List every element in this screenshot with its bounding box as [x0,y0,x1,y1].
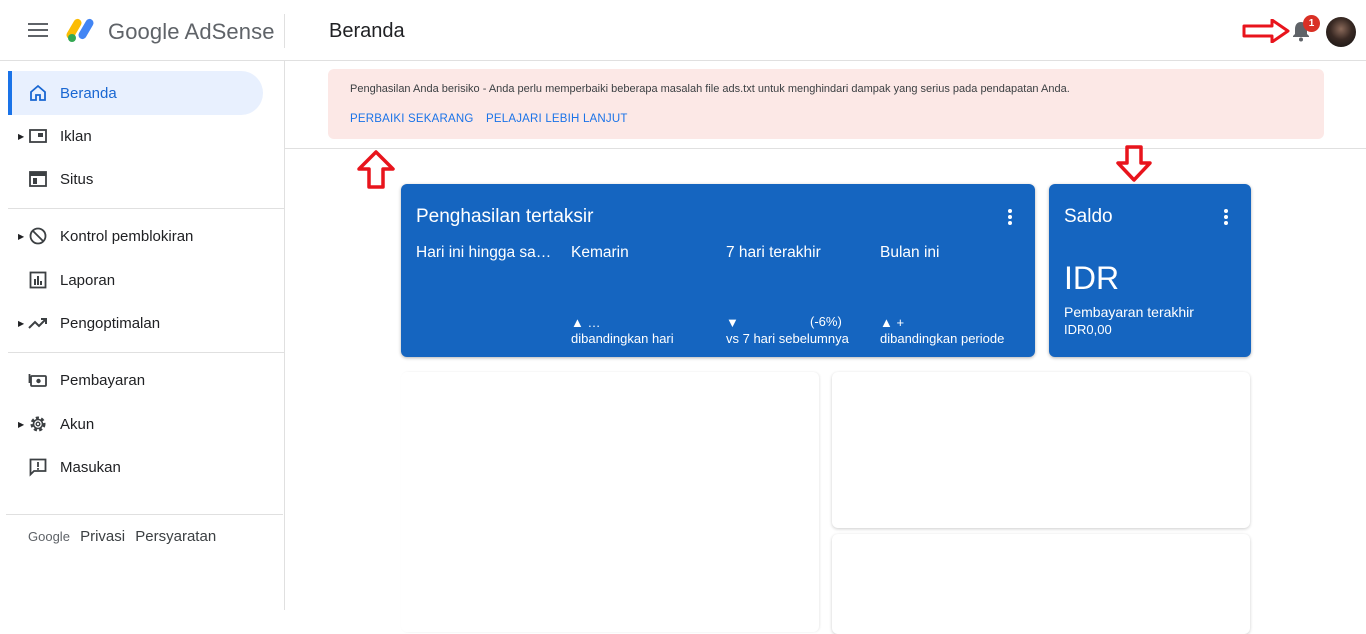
sidebar-item-laporan[interactable]: Laporan [8,258,263,302]
earnings-yesterday-trend: ▲ … [571,315,601,330]
annotation-arrow-down-icon [1116,145,1152,182]
gear-icon [30,416,46,432]
notification-badge: 1 [1303,15,1320,32]
balance-amount: IDR [1064,260,1120,296]
fix-now-button[interactable]: PERBAIKI SEKARANG [350,113,474,125]
home-icon [30,84,46,101]
trending-up-icon [28,318,47,329]
adsense-logo-icon [66,18,94,42]
annotation-arrow-right-icon [1242,19,1290,43]
earnings-today-heading: Hari ini hingga sa… [416,244,552,261]
learn-more-button[interactable]: PELAJARI LEBIH LANJUT [486,113,628,125]
caret-right-icon: ▶ [18,419,25,429]
sidebar-item-label: Iklan [60,127,92,145]
sidebar-item-label: Pengoptimalan [60,314,161,332]
earnings-yesterday-heading: Kemarin [571,244,629,261]
app-logo-text: Google AdSense [108,19,275,44]
payment-icon [28,374,47,387]
avatar[interactable] [1326,17,1356,47]
earnings-month-heading: Bulan ini [880,244,940,261]
last-payment-value: IDR0,00 [1064,322,1112,337]
sidebar-item-label: Laporan [60,271,116,289]
footer-google-brand: Google [28,529,70,544]
sidebar-footer: Google Privasi Persyaratan [28,528,222,545]
top-app-bar: Google AdSense Beranda 1 [0,0,1366,61]
sidebar-item-pembayaran[interactable]: Pembayaran [8,358,263,402]
more-vert-icon[interactable] [1008,209,1012,225]
sidebar-item-kontrol-pemblokiran[interactable]: ▶ Kontrol pemblokiran [8,214,263,258]
sidebar-divider [8,352,285,353]
annotation-arrow-up-icon [357,150,395,189]
sidebar-item-label: Kontrol pemblokiran [60,227,194,245]
sidebar-item-label: Akun [60,415,95,433]
feedback-icon [29,458,47,477]
balance-card: Saldo IDR Pembayaran terakhir IDR0,00 [1049,184,1251,357]
terms-link[interactable]: Persyaratan [135,528,216,545]
more-vert-icon[interactable] [1224,209,1228,225]
earnings-month-compare: dibandingkan periode [880,331,1005,346]
report-icon [29,271,47,289]
ads-icon [29,129,47,143]
header-divider [284,14,285,48]
caret-right-icon: ▶ [18,131,25,141]
menu-icon[interactable] [28,23,48,39]
privacy-link[interactable]: Privasi [80,528,125,545]
earnings-7days-trend: ▼ [726,315,739,330]
sidebar-item-beranda[interactable]: Beranda [8,71,263,115]
card-title: Saldo [1064,206,1113,227]
content-card-right-lower [832,534,1250,634]
alert-message: Penghasilan Anda berisiko - Anda perlu m… [350,83,1070,95]
sidebar-item-akun[interactable]: ▶ Akun [8,402,263,446]
earnings-yesterday-compare: dibandingkan hari [571,331,674,346]
caret-right-icon: ▶ [18,318,25,328]
caret-right-icon: ▶ [18,231,25,241]
earnings-7days-heading: 7 hari terakhir [726,244,821,261]
content-card-left [401,372,819,632]
content-card-right [832,372,1250,528]
block-icon [29,227,47,245]
sidebar-item-label: Situs [60,170,94,188]
ads-txt-alert-banner: Penghasilan Anda berisiko - Anda perlu m… [328,69,1324,139]
main-divider [285,148,1366,149]
last-payment-label: Pembayaran terakhir [1064,304,1194,320]
card-title: Penghasilan tertaksir [416,206,594,227]
earnings-7days-change: (-6%) [810,314,842,329]
sidebar-item-label: Beranda [60,84,117,102]
estimated-earnings-card: Penghasilan tertaksir Hari ini hingga sa… [401,184,1035,357]
sidebar-item-label: Pembayaran [60,371,146,389]
sidebar-item-pengoptimalan[interactable]: ▶ Pengoptimalan [8,301,263,345]
sidebar-divider [8,208,285,209]
sidebar-divider [6,514,283,515]
page-title: Beranda [329,20,405,42]
sites-icon [29,171,47,187]
earnings-7days-compare: vs 7 hari sebelumnya [726,331,849,346]
earnings-month-trend: ▲ + [880,315,905,330]
sidebar: Beranda ▶ Iklan Situs ▶ Kontrol pembloki… [0,61,285,610]
sidebar-item-situs[interactable]: Situs [8,157,263,201]
sidebar-item-masukan[interactable]: Masukan [8,445,263,489]
sidebar-item-iklan[interactable]: ▶ Iklan [8,114,263,158]
sidebar-item-label: Masukan [60,458,121,476]
